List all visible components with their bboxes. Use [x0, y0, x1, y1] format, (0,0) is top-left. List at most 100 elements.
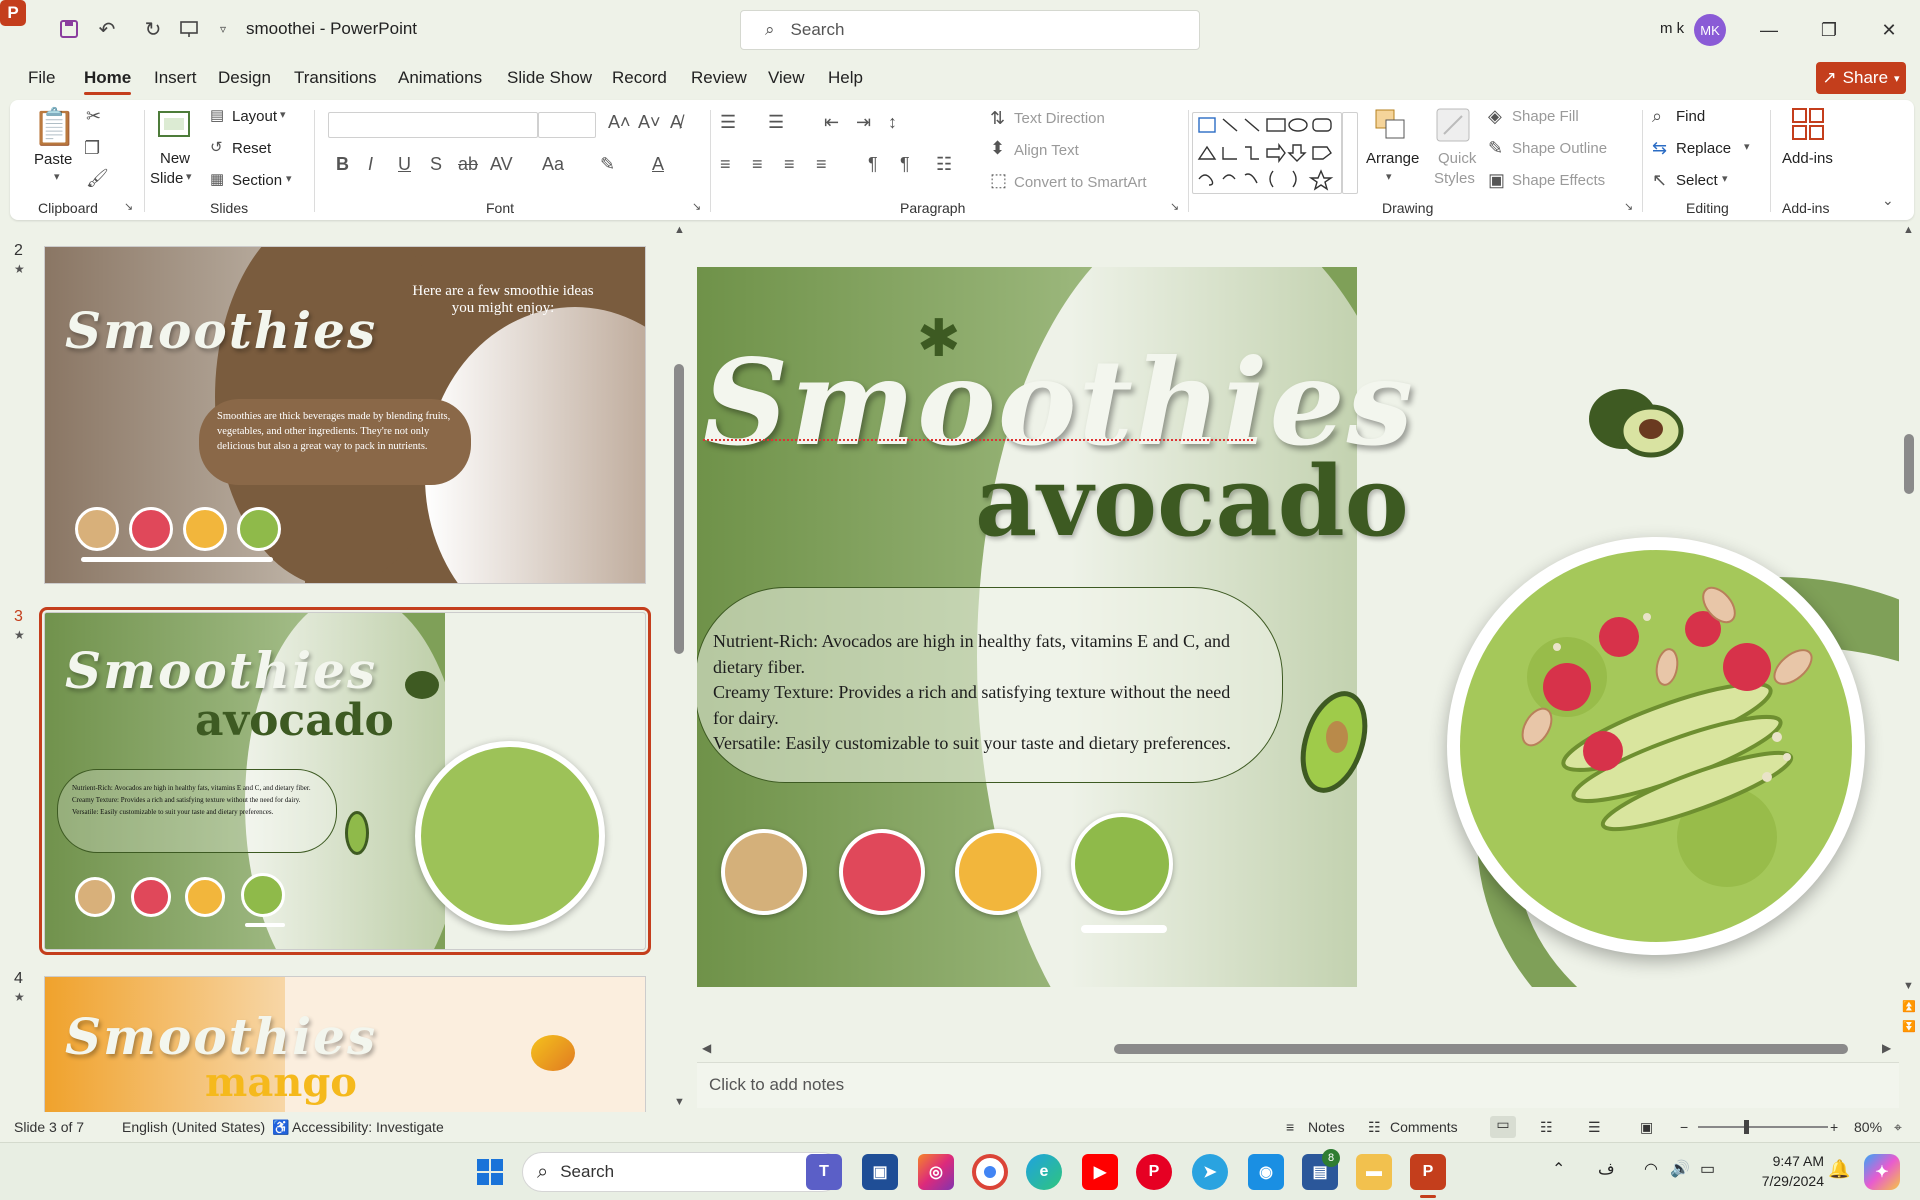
- tab-home[interactable]: Home: [84, 68, 132, 95]
- strikethrough-icon[interactable]: ab: [458, 154, 478, 175]
- slide-show-icon[interactable]: ▣: [1640, 1119, 1653, 1136]
- scroll-right-icon[interactable]: ▶: [1882, 1041, 1891, 1055]
- minimize-button[interactable]: —: [1746, 14, 1792, 46]
- save-icon[interactable]: [56, 16, 82, 42]
- fit-to-window-icon[interactable]: ⌖: [1894, 1119, 1902, 1136]
- teams-icon[interactable]: T: [806, 1154, 842, 1190]
- align-center-icon[interactable]: ≡: [752, 154, 763, 175]
- addins-icon[interactable]: [1790, 106, 1826, 147]
- shapes-gallery[interactable]: [1192, 112, 1342, 194]
- tab-design[interactable]: Design: [218, 68, 271, 88]
- instagram-icon[interactable]: ◎: [918, 1154, 954, 1190]
- increase-font-icon[interactable]: A˄: [608, 112, 631, 133]
- close-button[interactable]: ✕: [1866, 14, 1912, 46]
- zoom-slider[interactable]: [1698, 1126, 1828, 1128]
- select-button[interactable]: Select: [1676, 172, 1718, 189]
- numbering-icon[interactable]: ☰: [768, 112, 784, 133]
- comments-button[interactable]: Comments: [1390, 1119, 1458, 1135]
- chevron-down-icon[interactable]: ▾: [186, 170, 192, 183]
- taskbar-search[interactable]: ⌕ Search: [522, 1152, 842, 1192]
- previous-slide-icon[interactable]: ⏫: [1902, 1000, 1916, 1013]
- scroll-up-icon[interactable]: ▲: [674, 224, 685, 236]
- windows-start-icon[interactable]: [472, 1154, 508, 1190]
- align-text-button[interactable]: Align Text: [1014, 142, 1079, 159]
- increase-indent-icon[interactable]: ⇥: [856, 112, 871, 133]
- arrange-button[interactable]: Arrange: [1366, 150, 1419, 167]
- reset-button[interactable]: Reset: [232, 140, 271, 157]
- addins-button[interactable]: Add-ins: [1782, 150, 1833, 167]
- scroll-left-icon[interactable]: ◀: [702, 1041, 711, 1055]
- chevron-down-icon[interactable]: ▾: [1386, 170, 1392, 183]
- edge-icon[interactable]: e: [1026, 1154, 1062, 1190]
- align-right-icon[interactable]: ≡: [784, 154, 795, 175]
- tab-insert[interactable]: Insert: [154, 68, 197, 88]
- slide-horizontal-scrollbar[interactable]: [1114, 1044, 1848, 1054]
- shape-effects-button[interactable]: Shape Effects: [1512, 172, 1605, 189]
- slide-subtitle[interactable]: avocado: [975, 445, 1409, 558]
- copy-icon[interactable]: ❐: [84, 138, 100, 159]
- notes-button[interactable]: Notes: [1308, 1119, 1345, 1135]
- quick-styles-button-line2[interactable]: Styles: [1434, 170, 1475, 187]
- font-size-select[interactable]: [538, 112, 596, 138]
- cut-icon[interactable]: ✂: [86, 106, 101, 127]
- format-painter-icon[interactable]: 🖌: [86, 168, 109, 189]
- search-input[interactable]: ⌕ Search: [740, 10, 1200, 50]
- tab-view[interactable]: View: [768, 68, 805, 88]
- smoothie-bowl-image[interactable]: [1447, 537, 1865, 955]
- avocado-half-image[interactable]: [1585, 385, 1685, 461]
- chevron-down-icon[interactable]: ▾: [1744, 140, 1750, 153]
- restore-button[interactable]: ❐: [1806, 14, 1852, 46]
- bold-icon[interactable]: B: [336, 154, 349, 175]
- new-slide-button[interactable]: New: [160, 150, 190, 167]
- zoom-out-icon[interactable]: −: [1680, 1119, 1688, 1135]
- justify-icon[interactable]: ≡: [816, 154, 827, 175]
- chevron-down-icon[interactable]: ▾: [286, 172, 292, 185]
- chevron-down-icon[interactable]: ▾: [280, 108, 286, 121]
- pinterest-icon[interactable]: P: [1136, 1154, 1172, 1190]
- scroll-up-icon[interactable]: ▲: [1903, 224, 1914, 236]
- align-left-icon[interactable]: ≡: [720, 154, 731, 175]
- tab-help[interactable]: Help: [828, 68, 863, 88]
- smoothie-thumbnail-3[interactable]: [955, 829, 1041, 915]
- language-indicator[interactable]: English (United States): [122, 1119, 265, 1135]
- chevron-down-icon[interactable]: ▾: [1722, 172, 1728, 185]
- layout-button[interactable]: Layout: [232, 108, 277, 125]
- chevron-up-icon[interactable]: ⌃: [1552, 1159, 1565, 1179]
- zoom-slider-thumb[interactable]: [1744, 1120, 1749, 1134]
- tab-slide-show[interactable]: Slide Show: [507, 68, 592, 88]
- slide-sorter-icon[interactable]: ☷: [1540, 1119, 1553, 1136]
- wifi-icon[interactable]: ◠: [1644, 1159, 1658, 1179]
- arrange-icon[interactable]: [1372, 106, 1408, 147]
- paste-button[interactable]: Paste: [34, 151, 72, 168]
- volume-icon[interactable]: 🔊: [1670, 1159, 1690, 1179]
- quick-styles-icon[interactable]: [1434, 106, 1472, 149]
- dialog-launcher-icon[interactable]: ↘: [124, 200, 133, 213]
- slide-vertical-scrollbar[interactable]: [1904, 434, 1914, 494]
- dialog-launcher-icon[interactable]: ↘: [1624, 200, 1633, 213]
- notes-icon[interactable]: ≡: [1286, 1119, 1294, 1135]
- dialog-launcher-icon[interactable]: ↘: [692, 200, 701, 213]
- undo-icon[interactable]: ↶: [94, 16, 120, 42]
- chrome-icon[interactable]: [972, 1154, 1008, 1190]
- redo-icon[interactable]: ↻: [140, 16, 166, 42]
- shape-fill-button[interactable]: Shape Fill: [1512, 108, 1579, 125]
- slide-canvas[interactable]: ✱ Smoothies avocado Nutrient-Rich: Avoca…: [697, 267, 1899, 987]
- bell-icon[interactable]: 🔔: [1828, 1159, 1850, 1180]
- normal-view-icon[interactable]: ▭: [1490, 1116, 1516, 1138]
- section-button[interactable]: Section: [232, 172, 282, 189]
- accessibility-status[interactable]: Accessibility: Investigate: [292, 1119, 444, 1135]
- share-button[interactable]: ↗ Share ▾: [1816, 62, 1906, 94]
- change-case-icon[interactable]: Aa: [542, 154, 564, 175]
- powerpoint-taskbar-icon[interactable]: P: [1410, 1154, 1446, 1190]
- notes-pane[interactable]: Click to add notes: [697, 1062, 1899, 1108]
- highlight-icon[interactable]: ✎: [600, 154, 615, 175]
- replace-button[interactable]: Replace: [1676, 140, 1731, 157]
- new-slide-button-line2[interactable]: Slide: [150, 170, 183, 187]
- next-slide-icon[interactable]: ⏬: [1902, 1020, 1916, 1033]
- shapes-scroll[interactable]: [1342, 112, 1358, 194]
- font-name-select[interactable]: [328, 112, 538, 138]
- thumbnail-scrollbar[interactable]: [674, 364, 684, 654]
- rtl-icon[interactable]: ¶: [900, 154, 910, 175]
- decrease-font-icon[interactable]: A˅: [638, 112, 661, 133]
- text-direction-button[interactable]: Text Direction: [1014, 110, 1105, 127]
